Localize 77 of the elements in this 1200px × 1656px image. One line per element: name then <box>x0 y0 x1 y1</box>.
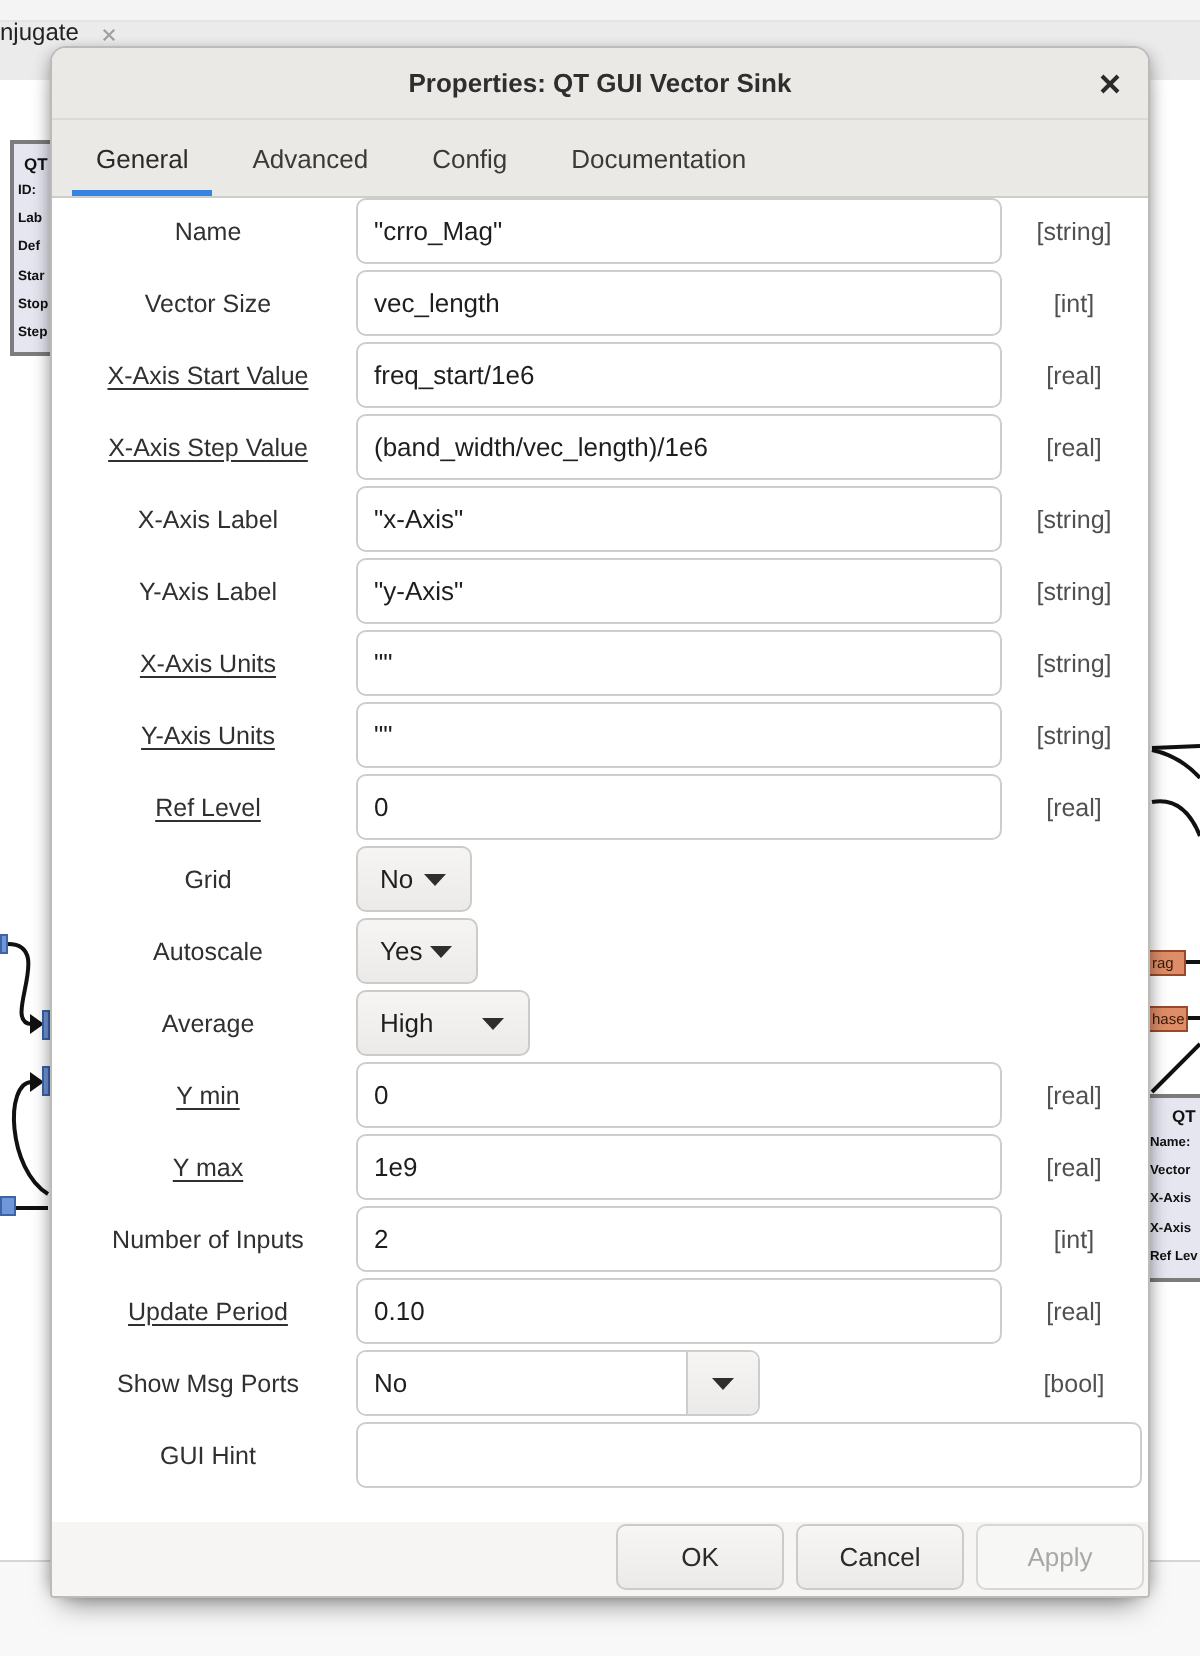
connection-arrow <box>7 942 44 1034</box>
dropdown[interactable]: High <box>356 990 530 1056</box>
caret-icon <box>424 873 446 885</box>
field-label: Vector Size <box>144 289 272 317</box>
field-label: Y-Axis Units <box>141 721 275 749</box>
type-hint: [int] <box>1053 1225 1095 1253</box>
port[interactable] <box>42 1010 50 1040</box>
type-hint: [string] <box>1036 649 1112 677</box>
input-field[interactable]: vec_length <box>356 270 1002 336</box>
field-label: Update Period <box>128 1297 288 1325</box>
field-label: Show Msg Ports <box>116 1369 299 1397</box>
type-hint: [string] <box>1036 505 1112 533</box>
type-hint: [string] <box>1036 721 1112 749</box>
type-hint: [real] <box>1046 1297 1102 1325</box>
tab[interactable]: Advanced <box>228 120 393 196</box>
type-hint: [bool] <box>1043 1369 1105 1397</box>
input-field[interactable]: 0.10 <box>356 1278 1002 1344</box>
connection-line <box>1150 1042 1200 1094</box>
type-hint: [real] <box>1046 433 1102 461</box>
field-label: Autoscale <box>153 937 263 965</box>
field-label: Name <box>174 217 242 245</box>
connection-line <box>1188 1016 1200 1020</box>
tab[interactable]: Documentation <box>547 120 771 196</box>
field-label: X-Axis Start Value <box>107 361 309 389</box>
caret-icon <box>430 945 453 957</box>
dialog-button[interactable]: OK <box>616 1524 784 1590</box>
input-field[interactable] <box>356 1422 1142 1488</box>
dropdown-button[interactable] <box>686 1352 758 1414</box>
field-label: Y min <box>176 1081 240 1109</box>
input-field[interactable]: (band_width/vec_length)/1e6 <box>356 414 1002 480</box>
field-label: Average <box>161 1009 255 1037</box>
input-field[interactable]: 1e9 <box>356 1134 1002 1200</box>
type-hint: [string] <box>1036 577 1112 605</box>
input-field[interactable]: 2 <box>356 1206 1002 1272</box>
input-field[interactable]: 0 <box>356 1062 1002 1128</box>
editor-tab[interactable]: njugate <box>0 22 79 44</box>
connection-line <box>1151 799 1200 837</box>
field-label: Ref Level <box>155 793 261 821</box>
input-field[interactable]: "" <box>356 702 1002 768</box>
input-field[interactable]: "crro_Mag" <box>356 198 1002 264</box>
dropdown[interactable]: Yes <box>356 918 479 984</box>
connection-line <box>16 1206 48 1210</box>
input-field[interactable]: "" <box>356 630 1002 696</box>
tab[interactable]: General <box>72 120 213 196</box>
field-label: Y max <box>172 1153 244 1181</box>
input-field[interactable]: "x-Axis" <box>356 486 1002 552</box>
input-field[interactable]: 0 <box>356 774 1002 840</box>
connection-arrow <box>12 1072 50 1196</box>
type-hint: [real] <box>1046 361 1102 389</box>
tab[interactable]: Config <box>408 120 532 196</box>
dialog-button[interactable]: Cancel <box>796 1524 964 1590</box>
field-label: X-Axis Units <box>139 649 277 677</box>
port[interactable] <box>0 1196 16 1216</box>
port[interactable] <box>42 1066 50 1096</box>
block-title: QT <box>24 152 48 178</box>
field-label: Grid <box>184 865 232 893</box>
dropdown[interactable]: No <box>356 846 472 912</box>
type-hint: [string] <box>1036 217 1112 245</box>
port[interactable] <box>0 934 8 954</box>
field-label: Y-Axis Label <box>138 577 278 605</box>
close-icon[interactable] <box>1100 73 1120 93</box>
type-hint: [real] <box>1046 793 1102 821</box>
caret-icon <box>712 1377 734 1389</box>
combo-box[interactable]: No <box>356 1350 760 1416</box>
caret-icon <box>482 1017 504 1029</box>
type-hint: [real] <box>1046 1153 1102 1181</box>
field-label: GUI Hint <box>160 1441 256 1469</box>
block-title: QT <box>1172 1104 1196 1130</box>
input-field[interactable]: "y-Axis" <box>356 558 1002 624</box>
field-label: X-Axis Label <box>137 505 279 533</box>
type-hint: [int] <box>1053 289 1095 317</box>
field-label: Number of Inputs <box>112 1225 304 1253</box>
dialog-title: Properties: QT GUI Vector Sink <box>408 68 792 98</box>
type-hint: [real] <box>1046 1081 1102 1109</box>
input-field[interactable]: freq_start/1e6 <box>356 342 1002 408</box>
connection-line <box>1186 960 1200 964</box>
field-label: X-Axis Step Value <box>108 433 308 461</box>
